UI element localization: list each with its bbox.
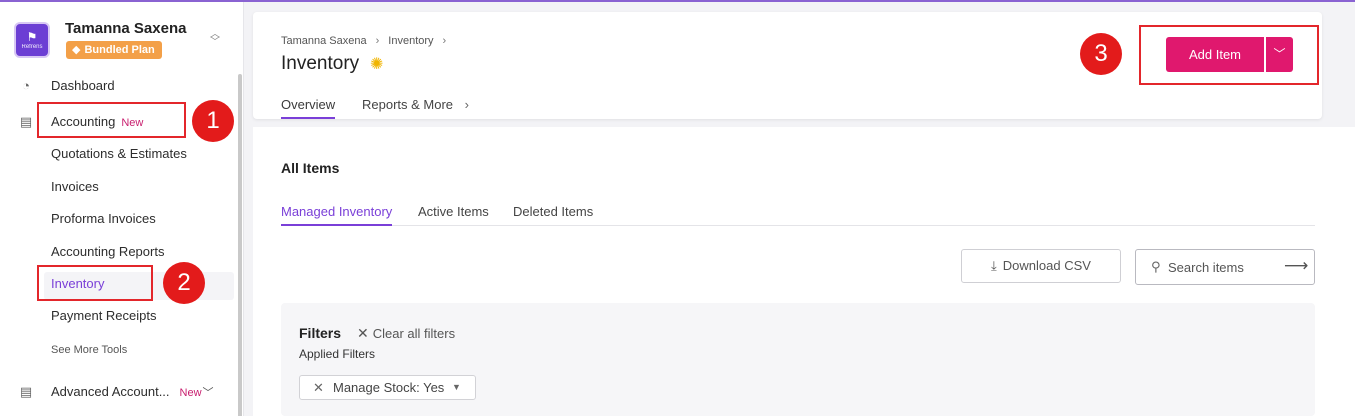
breadcrumb-item[interactable]: Tamanna Saxena — [281, 35, 367, 47]
chevron-right-icon: › — [375, 35, 380, 47]
search-input[interactable] — [1168, 258, 1278, 276]
sidebar-item-advanced-accounting[interactable]: ▤ Advanced Account... New﹀ — [0, 379, 240, 405]
inventory-tabs: Managed Inventory Active Items Deleted I… — [281, 204, 1315, 226]
chevron-down-icon: ﹀ — [202, 387, 214, 399]
breadcrumb-item[interactable]: Inventory — [388, 35, 433, 47]
annotation-marker-2: 2 — [163, 262, 205, 304]
sidebar-subitem-accounting-reports[interactable]: Accounting Reports — [51, 244, 164, 259]
annotation-box-add-item — [1139, 25, 1319, 85]
annotation-marker-1: 1 — [192, 100, 234, 142]
page-title: Inventory — [281, 53, 360, 74]
button-label: Download CSV — [1002, 258, 1091, 273]
chevron-up-down-icon[interactable]: ︿ ﹀ — [210, 30, 220, 48]
logo-text: Refrens — [21, 44, 43, 50]
sidebar-item-advanced-text: Advanced Account... New﹀ — [51, 384, 214, 400]
sidebar-item-dashboard[interactable]: ◔ Dashboard — [0, 73, 240, 99]
filter-chip-manage-stock[interactable]: ✕ Manage Stock: Yes ▼ — [299, 375, 476, 400]
sidebar-scrollbar[interactable] — [238, 74, 242, 416]
new-badge: New — [179, 387, 202, 399]
download-csv-button[interactable]: ⤓ Download CSV — [961, 249, 1121, 283]
breadcrumb: Tamanna Saxena › Inventory › — [281, 35, 455, 47]
sidebar-item-label: Dashboard — [51, 78, 115, 93]
annotation-box-accounting — [37, 102, 186, 138]
company-logo: ⚑ Refrens — [14, 22, 50, 58]
arrow-right-icon[interactable]: ⟶ — [1284, 256, 1308, 276]
search-icon: ⚲ — [1151, 259, 1161, 274]
download-icon: ⤓ — [991, 258, 997, 273]
chevron-right-icon: › — [442, 35, 447, 47]
main-content: All Items Managed Inventory Active Items… — [253, 127, 1355, 416]
diamond-icon: ◆ — [72, 44, 81, 56]
close-icon: ✕ — [357, 325, 369, 341]
search-box[interactable]: ⚲ ⟶ — [1135, 249, 1315, 285]
filters-panel: Filters ✕ Clear all filters Applied Filte… — [281, 303, 1315, 416]
tab-deleted-items[interactable]: Deleted Items — [513, 204, 593, 219]
sidebar-item-label: Advanced Account... — [51, 384, 170, 399]
close-icon[interactable]: ✕ — [313, 376, 324, 399]
tab-managed-inventory[interactable]: Managed Inventory — [281, 204, 393, 226]
plan-label: Bundled Plan — [84, 44, 155, 56]
sidebar-subitem-invoices[interactable]: Invoices — [51, 179, 99, 194]
document-icon: ▤ — [19, 114, 33, 129]
applied-filters-label: Applied Filters — [299, 347, 376, 361]
sidebar-subitem-payment-receipts[interactable]: Payment Receipts — [51, 308, 157, 323]
sidebar-subitem-quotations[interactable]: Quotations & Estimates — [51, 146, 187, 161]
clear-all-filters-button[interactable]: ✕ Clear all filters — [357, 325, 455, 342]
document-icon: ▤ — [19, 384, 33, 399]
tab-label: Reports & More — [362, 97, 454, 112]
tab-active-items[interactable]: Active Items — [418, 204, 489, 219]
caret-down-icon[interactable]: ▼ — [452, 376, 461, 399]
sidebar-subitem-proforma[interactable]: Proforma Invoices — [51, 211, 156, 226]
plan-badge: ◆ Bundled Plan — [66, 41, 162, 59]
annotation-box-inventory — [37, 265, 153, 301]
speedometer-icon: ◔ — [22, 78, 30, 93]
tab-overview[interactable]: Overview — [281, 97, 336, 119]
profile-name: Tamanna Saxena — [65, 20, 187, 37]
lightbulb-icon[interactable]: ✺ — [370, 54, 383, 74]
chip-label: Manage Stock: Yes — [333, 380, 445, 395]
see-more-tools-link[interactable]: See More Tools — [51, 344, 127, 356]
flag-icon: ⚑ — [26, 30, 38, 44]
button-label: Clear all filters — [372, 326, 456, 341]
filters-title: Filters — [299, 325, 342, 341]
chevron-right-icon: › — [464, 97, 470, 112]
sidebar: ⚑ Refrens Tamanna Saxena ◆ Bundled Plan ︿… — [0, 2, 244, 416]
annotation-marker-3: 3 — [1080, 33, 1122, 75]
profile-switcher[interactable]: ⚑ Refrens Tamanna Saxena ◆ Bundled Plan ︿… — [14, 20, 234, 64]
tab-reports-more[interactable]: Reports & More › — [362, 97, 469, 112]
section-title: All Items — [281, 160, 340, 176]
